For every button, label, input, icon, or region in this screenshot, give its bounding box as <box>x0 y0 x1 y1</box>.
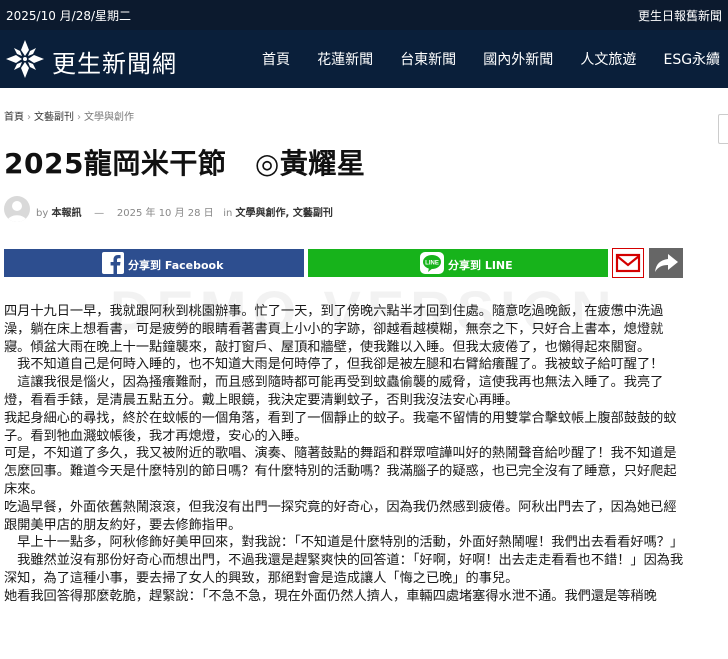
article-meta: by 本報訊 — 2025 年 10 月 28 日 in 文學與創作, 文藝副刊 <box>36 204 333 219</box>
article-body: 四月十九日一早，我就跟阿秋到桃園辦事。忙了一天，到了傍晚六點半才回到住處。隨意吃… <box>4 303 684 606</box>
share-email-button[interactable] <box>612 248 644 278</box>
top-bar: 2025/10 月/28/星期二 更生日報舊新聞 <box>0 0 728 30</box>
svg-text:LINE: LINE <box>425 261 439 267</box>
mail-icon <box>615 253 641 273</box>
nav-esg[interactable]: ESG永續 <box>663 49 720 69</box>
paragraph: 我雖然並沒有那份好奇心而想出門，不過我還是趕緊爽快的回答道：「好啊，好啊！出去走… <box>4 553 684 586</box>
breadcrumb-section[interactable]: 文藝副刊 <box>34 112 74 123</box>
site-logo-icon[interactable] <box>2 36 48 82</box>
avatar <box>4 196 30 222</box>
share-line-label: 分享到 LINE <box>448 259 513 272</box>
site-header: 更生新聞網 首頁 花蓮新聞 台東新聞 國內外新聞 人文旅遊 ESG永續 <box>0 30 728 88</box>
old-news-link[interactable]: 更生日報舊新聞 <box>638 7 722 24</box>
site-name[interactable]: 更生新聞網 <box>52 44 177 79</box>
nav-taitung[interactable]: 台東新聞 <box>400 49 456 69</box>
meta-dash: — <box>94 208 105 219</box>
paragraph: 我不知道自己是何時入睡的，也不知道大雨是何時停了，但我卻是被左腿和右臂給癢醒了。… <box>4 357 664 373</box>
paragraph: 早上十一點多，阿秋修飾好美甲回來，對我說：「不知道是什麼特別的活動，外面好熱鬧喔… <box>4 535 684 551</box>
forward-arrow-icon <box>655 254 678 272</box>
paragraph: 四月十九日一早，我就跟阿秋到桃園辦事。忙了一天，到了傍晚六點半才回到住處。隨意吃… <box>4 304 664 355</box>
breadcrumb: 首頁 › 文藝副刊 › 文學與創作 <box>4 108 134 123</box>
nav-culture-travel[interactable]: 人文旅遊 <box>580 49 636 69</box>
nav-hualien[interactable]: 花蓮新聞 <box>317 49 373 69</box>
facebook-icon <box>102 252 124 274</box>
paragraph: 她看我回答得那麼乾脆，趕緊說：「不急不急，現在外面仍然人擠人，車輛四處堵塞得水泄… <box>4 588 657 604</box>
category-links[interactable]: 文學與創作, 文藝副刊 <box>236 208 333 219</box>
in-label: in <box>223 208 233 219</box>
publish-date: 2025 年 10 月 28 日 <box>116 208 214 219</box>
author-prefix: by <box>36 208 49 219</box>
paragraph: 吃過早餐，外面依舊熱鬧滾滾，但我沒有出門一探究竟的好奇心，因為我仍然感到疲倦。阿… <box>4 499 677 533</box>
breadcrumb-home[interactable]: 首頁 <box>4 112 24 123</box>
nav-national[interactable]: 國內外新聞 <box>483 49 553 69</box>
share-line-button[interactable]: LINE 分享到 LINE <box>308 249 608 277</box>
line-icon: LINE <box>420 252 444 274</box>
user-icon <box>7 201 27 222</box>
breadcrumb-current: 文學與創作 <box>84 112 134 123</box>
current-date: 2025/10 月/28/星期二 <box>6 9 132 23</box>
paragraph: 我起身細心的尋找，終於在蚊帳的一個角落，看到了一個靜止的蚊子。我毫不留情的用雙掌… <box>4 410 677 444</box>
paragraph: 這讓我很是惱火，因為搔癢難耐，而且感到隨時都可能再受到蚊蟲偷襲的威脅，這使我再也… <box>4 375 664 408</box>
share-facebook-label: 分享到 Facebook <box>128 259 224 272</box>
share-facebook-button[interactable]: 分享到 Facebook <box>4 249 304 277</box>
main-nav: 首頁 花蓮新聞 台東新聞 國內外新聞 人文旅遊 ESG永續 <box>262 49 728 73</box>
side-panel-toggle[interactable] <box>718 114 728 144</box>
paragraph: 可是，不知道了多久，我又被附近的歌唱、演奏、隨著鼓點的舞蹈和群眾喧譁叫好的熱鬧聲… <box>4 446 677 497</box>
share-more-button[interactable] <box>649 248 683 278</box>
chevron-right-icon: › <box>77 112 81 123</box>
author-link[interactable]: 本報訊 <box>51 208 81 219</box>
chevron-right-icon: › <box>27 112 31 123</box>
page-title: 2025龍岡米干節 ◎黃耀星 <box>4 147 366 180</box>
nav-home[interactable]: 首頁 <box>262 49 290 69</box>
